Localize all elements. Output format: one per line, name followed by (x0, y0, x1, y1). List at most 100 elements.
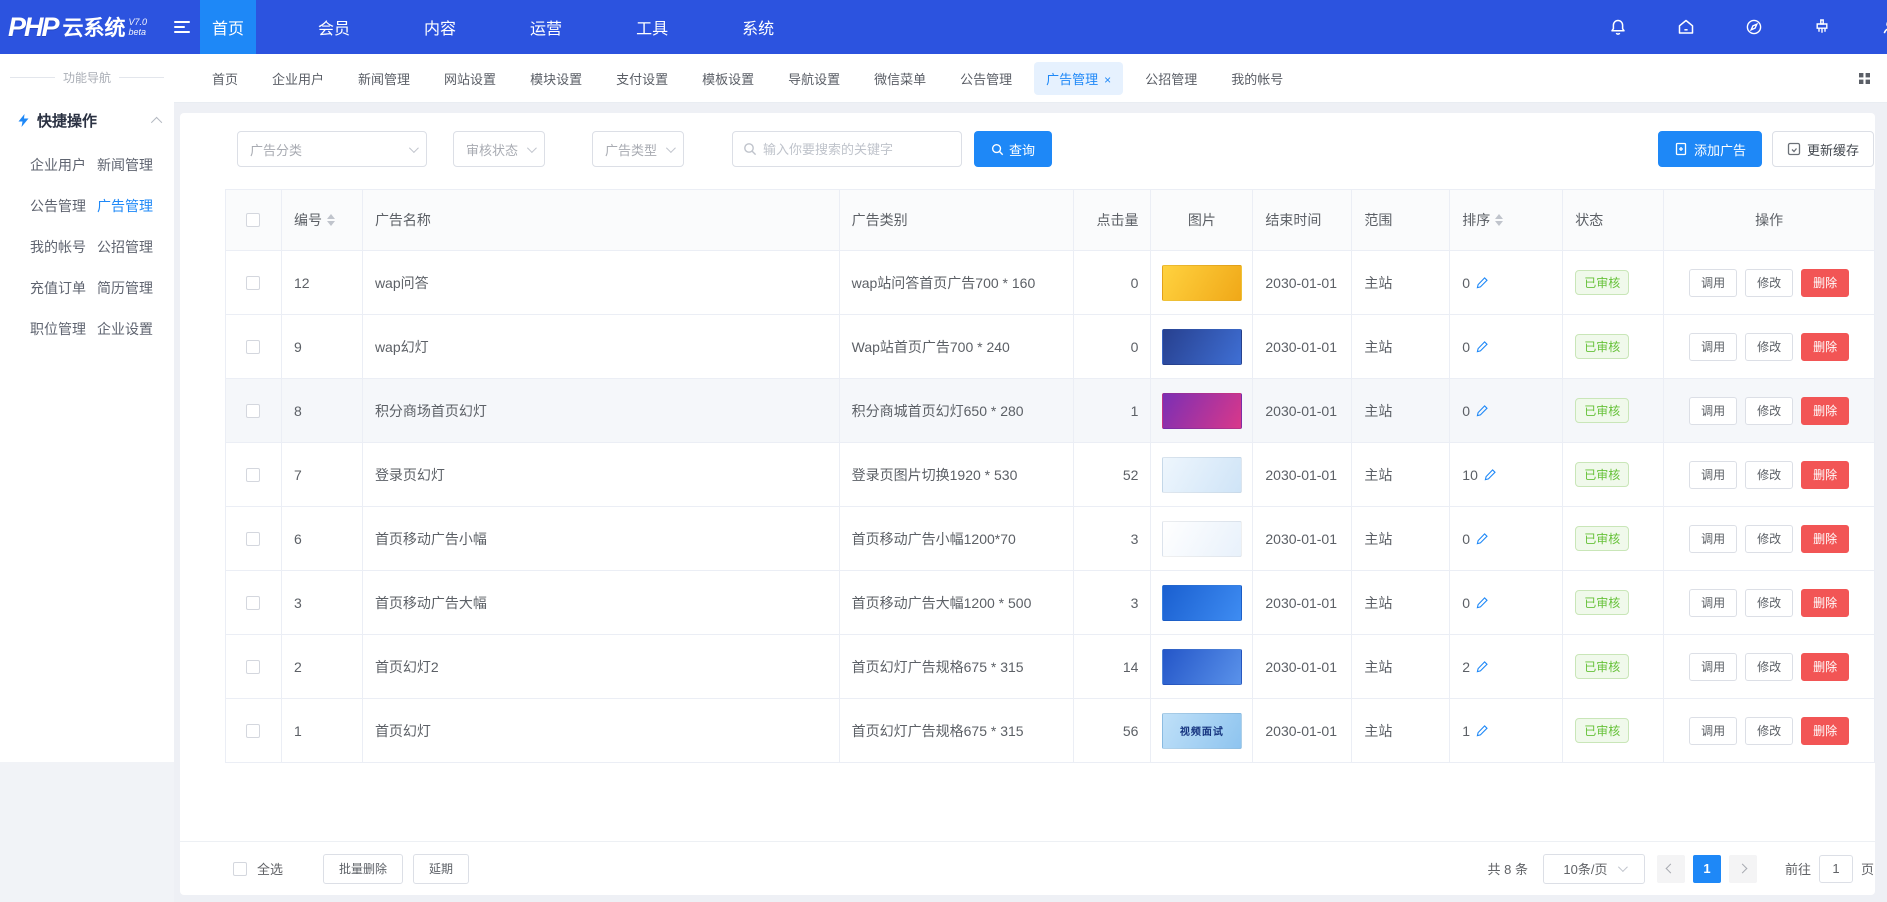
edit-button[interactable]: 修改 (1745, 589, 1793, 617)
keyword-search-input[interactable] (763, 142, 951, 157)
delete-button[interactable]: 删除 (1801, 269, 1849, 297)
invoke-button[interactable]: 调用 (1689, 653, 1737, 681)
delete-button[interactable]: 删除 (1801, 525, 1849, 553)
edit-sort-pencil-icon[interactable] (1484, 468, 1497, 481)
invoke-button[interactable]: 调用 (1689, 397, 1737, 425)
page-tab[interactable]: 企业用户 (260, 62, 336, 95)
nav-menu-item[interactable]: 会员 (306, 0, 362, 54)
delete-button[interactable]: 删除 (1801, 653, 1849, 681)
quick-link[interactable]: 职位管理 (30, 319, 97, 339)
page-tab[interactable]: 公招管理 (1133, 62, 1209, 95)
nav-menu-item[interactable]: 工具 (624, 0, 680, 54)
edit-button[interactable]: 修改 (1745, 397, 1793, 425)
add-ad-button[interactable]: 添加广告 (1658, 131, 1762, 167)
invoke-button[interactable]: 调用 (1689, 333, 1737, 361)
tab-overflow-grid-icon[interactable] (1858, 72, 1871, 85)
ad-type-select[interactable]: 广告类型 (592, 131, 684, 167)
delete-button[interactable]: 删除 (1801, 589, 1849, 617)
page-tab[interactable]: 首页 (200, 62, 250, 95)
row-checkbox[interactable] (246, 404, 260, 418)
sort-carets-icon[interactable] (1495, 214, 1503, 226)
delete-button[interactable]: 删除 (1801, 461, 1849, 489)
delete-button[interactable]: 删除 (1801, 333, 1849, 361)
tab-close-icon[interactable]: × (1104, 73, 1111, 87)
invoke-button[interactable]: 调用 (1689, 525, 1737, 553)
page-tab[interactable]: 网站设置 (432, 62, 508, 95)
quick-link[interactable]: 公告管理 (30, 196, 97, 216)
invoke-button[interactable]: 调用 (1689, 461, 1737, 489)
quick-link[interactable]: 新闻管理 (97, 155, 164, 175)
compass-icon[interactable] (1744, 17, 1764, 37)
select-all-checkbox[interactable] (246, 213, 260, 227)
row-checkbox[interactable] (246, 596, 260, 610)
page-tab[interactable]: 我的帐号 (1219, 62, 1295, 95)
quick-link[interactable]: 广告管理 (97, 196, 164, 216)
batch-delete-button[interactable]: 批量删除 (323, 854, 403, 884)
header-sort[interactable]: 排序 (1450, 190, 1563, 250)
page-tab[interactable]: 公告管理 (948, 62, 1024, 95)
page-size-select[interactable]: 10条/页 (1543, 854, 1645, 884)
invoke-button[interactable]: 调用 (1689, 717, 1737, 745)
cell-image (1151, 635, 1253, 698)
sort-carets-icon[interactable] (327, 214, 335, 226)
row-checkbox[interactable] (246, 724, 260, 738)
edit-sort-pencil-icon[interactable] (1476, 596, 1489, 609)
page-tab[interactable]: 模块设置 (518, 62, 594, 95)
edit-button[interactable]: 修改 (1745, 461, 1793, 489)
home-icon[interactable] (1676, 17, 1696, 37)
edit-button[interactable]: 修改 (1745, 653, 1793, 681)
page-tab[interactable]: 微信菜单 (862, 62, 938, 95)
row-checkbox[interactable] (246, 532, 260, 546)
nav-menu-item[interactable]: 内容 (412, 0, 468, 54)
collapse-caret-icon[interactable] (151, 116, 162, 127)
edit-sort-pencil-icon[interactable] (1476, 724, 1489, 737)
quick-link[interactable]: 充值订单 (30, 278, 97, 298)
refresh-cache-button[interactable]: 更新缓存 (1772, 131, 1874, 167)
delete-button[interactable]: 删除 (1801, 717, 1849, 745)
invoke-button[interactable]: 调用 (1689, 589, 1737, 617)
nav-menu-item[interactable]: 首页 (200, 0, 256, 54)
edit-button[interactable]: 修改 (1745, 525, 1793, 553)
edit-sort-pencil-icon[interactable] (1476, 660, 1489, 673)
row-checkbox[interactable] (246, 340, 260, 354)
quick-link[interactable]: 企业用户 (30, 155, 97, 175)
delete-button[interactable]: 删除 (1801, 397, 1849, 425)
prev-page-button[interactable] (1657, 855, 1685, 883)
edit-button[interactable]: 修改 (1745, 333, 1793, 361)
edit-sort-pencil-icon[interactable] (1476, 276, 1489, 289)
edit-button[interactable]: 修改 (1745, 717, 1793, 745)
quick-link[interactable]: 公招管理 (97, 237, 164, 257)
row-checkbox[interactable] (246, 660, 260, 674)
header-id[interactable]: 编号 (282, 190, 363, 250)
invoke-button[interactable]: 调用 (1689, 269, 1737, 297)
goto-page-input[interactable] (1819, 855, 1853, 883)
page-tab[interactable]: 广告管理× (1034, 62, 1123, 95)
edit-sort-pencil-icon[interactable] (1476, 404, 1489, 417)
page-tab[interactable]: 支付设置 (604, 62, 680, 95)
row-checkbox[interactable] (246, 276, 260, 290)
next-page-button[interactable] (1729, 855, 1757, 883)
sidebar-collapse-icon[interactable] (174, 21, 196, 33)
postpone-button[interactable]: 延期 (413, 854, 469, 884)
quick-link[interactable]: 简历管理 (97, 278, 164, 298)
quick-actions-header[interactable]: 快捷操作 (16, 110, 162, 131)
row-checkbox[interactable] (246, 468, 260, 482)
edit-sort-pencil-icon[interactable] (1476, 340, 1489, 353)
nav-menu-item[interactable]: 运营 (518, 0, 574, 54)
bell-icon[interactable] (1608, 17, 1628, 37)
footer-select-all-checkbox[interactable] (233, 862, 247, 876)
page-tab[interactable]: 模板设置 (690, 62, 766, 95)
query-button[interactable]: 查询 (974, 131, 1052, 167)
brush-icon[interactable] (1812, 17, 1832, 37)
user-icon[interactable] (1880, 17, 1887, 37)
nav-menu-item[interactable]: 系统 (730, 0, 786, 54)
quick-link[interactable]: 我的帐号 (30, 237, 97, 257)
ad-category-select[interactable]: 广告分类 (237, 131, 427, 167)
quick-link[interactable]: 企业设置 (97, 319, 164, 339)
page-tab[interactable]: 新闻管理 (346, 62, 422, 95)
audit-status-select[interactable]: 审核状态 (453, 131, 545, 167)
page-number-current[interactable]: 1 (1693, 855, 1721, 883)
page-tab[interactable]: 导航设置 (776, 62, 852, 95)
edit-button[interactable]: 修改 (1745, 269, 1793, 297)
edit-sort-pencil-icon[interactable] (1476, 532, 1489, 545)
